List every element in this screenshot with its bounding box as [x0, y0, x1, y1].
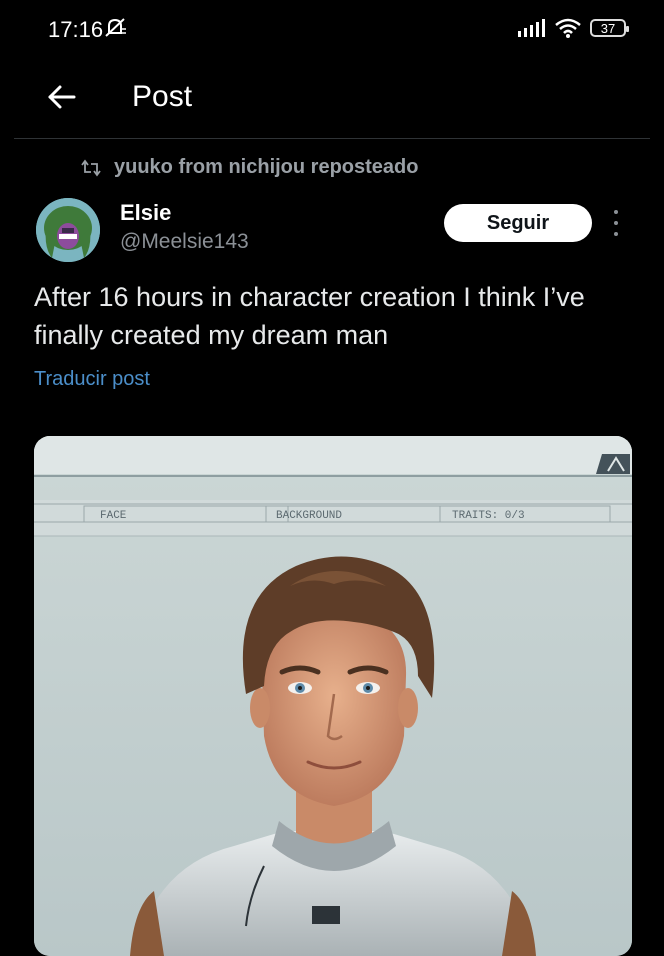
follow-button[interactable]: Seguir — [444, 204, 592, 242]
signal-icon — [518, 19, 545, 37]
arrow-left-icon[interactable] — [44, 80, 78, 114]
avatar[interactable] — [36, 198, 100, 262]
page-title: Post — [132, 80, 193, 113]
repost-icon — [81, 159, 101, 176]
author-handle[interactable]: @Meelsie143 — [120, 230, 249, 254]
wifi-icon — [555, 18, 581, 38]
status-bar: 17:16 37 — [0, 0, 664, 60]
author-name[interactable]: Elsie — [120, 200, 171, 226]
repost-line[interactable]: yuuko from nichijou reposteado — [80, 156, 418, 179]
more-options-icon[interactable] — [610, 210, 622, 236]
mute-icon — [105, 18, 126, 37]
repost-text: yuuko from nichijou reposteado — [114, 156, 419, 178]
character-creator-image: FACE BACKGROUND TRAITS: 0/3 — [34, 436, 632, 956]
status-time: 17:16 — [48, 17, 104, 42]
post-media[interactable]: FACE BACKGROUND TRAITS: 0/3 — [34, 436, 632, 956]
header-divider — [14, 138, 650, 139]
post-text: After 16 hours in character creation I t… — [34, 282, 585, 350]
tab-face[interactable]: FACE — [100, 510, 127, 522]
tab-traits[interactable]: TRAITS: 0/3 — [452, 510, 525, 522]
battery-icon: 37 — [590, 19, 629, 37]
battery-level: 37 — [600, 20, 616, 36]
translate-link[interactable]: Traducir post — [34, 368, 150, 391]
tab-background[interactable]: BACKGROUND — [276, 510, 342, 522]
header: Post — [0, 60, 664, 138]
avatar-image — [36, 198, 100, 262]
